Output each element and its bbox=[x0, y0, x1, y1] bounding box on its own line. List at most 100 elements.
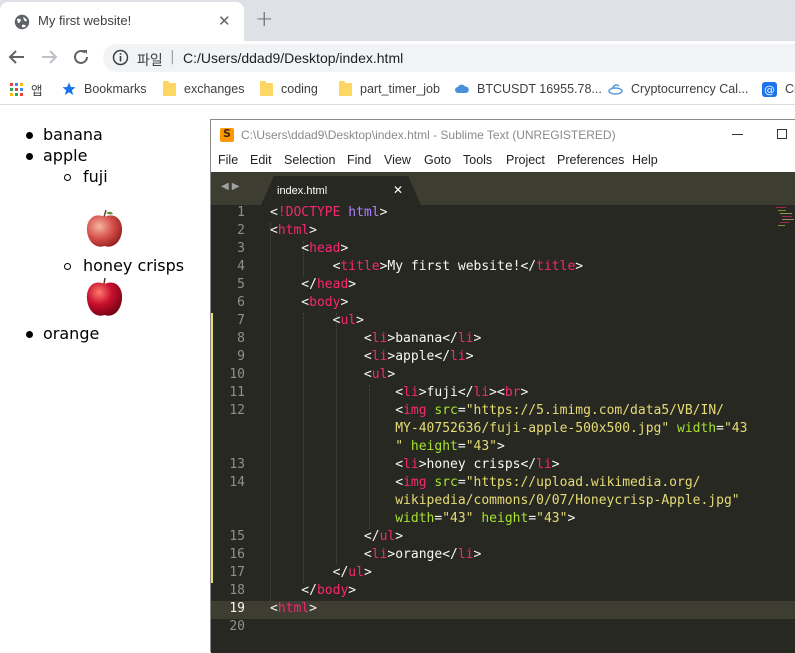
attr-value: "43" bbox=[536, 511, 568, 526]
menu-project[interactable]: Project bbox=[506, 153, 545, 167]
line-number: 15 bbox=[229, 529, 245, 544]
list-item-orange: orange bbox=[43, 324, 100, 343]
code-line: <li>apple</li> bbox=[270, 349, 474, 364]
code-line: <ul> bbox=[270, 313, 364, 328]
back-arrow-icon[interactable] bbox=[6, 46, 28, 68]
bookmark-coding[interactable]: coding bbox=[260, 80, 318, 98]
new-tab-icon[interactable]: + bbox=[255, 7, 273, 32]
list-bullet bbox=[26, 153, 33, 160]
url-separator: | bbox=[170, 49, 175, 65]
line-number: 10 bbox=[229, 367, 245, 382]
menu-selection[interactable]: Selection bbox=[284, 153, 335, 167]
bookmark-label: part_timer_job bbox=[360, 82, 440, 96]
attr-name: src bbox=[434, 403, 458, 418]
bookmark-label: BTCUSDT 16955.78... bbox=[477, 82, 602, 96]
bookmark-apps[interactable]: 앱 bbox=[10, 80, 43, 98]
code-line: </ul> bbox=[270, 565, 372, 580]
window-titlebar[interactable]: C:\Users\ddad9\Desktop\index.html - Subl… bbox=[211, 120, 795, 150]
close-tab-icon[interactable]: ✕ bbox=[393, 183, 403, 197]
menu-edit[interactable]: Edit bbox=[250, 153, 272, 167]
text-node: apple bbox=[395, 349, 435, 364]
tag-name: html bbox=[277, 601, 310, 616]
list-bullet bbox=[64, 174, 71, 181]
browser-tab[interactable]: My first website! ✕ bbox=[0, 2, 244, 41]
attr-value: "43 bbox=[723, 421, 748, 436]
reload-icon[interactable] bbox=[70, 46, 92, 68]
attr-value: "https://5.imimg.com/data5/VB/IN/ bbox=[465, 403, 724, 418]
bookmark-part-timer-job[interactable]: part_timer_job bbox=[339, 80, 440, 98]
attr-name: width bbox=[677, 421, 717, 436]
list-item-honey-crisps: honey crisps bbox=[83, 256, 185, 275]
menu-bar: File Edit Selection Find View Goto Tools… bbox=[211, 150, 795, 172]
bookmark-label: Cryptocurrency Cal... bbox=[631, 82, 749, 96]
doctype-keyword: !DOCTYPE bbox=[277, 205, 341, 220]
line-number: 13 bbox=[229, 457, 245, 472]
bookmark-exchanges[interactable]: exchanges bbox=[163, 80, 244, 98]
bookmark-cryptocurrency[interactable]: Cryptocurrency Cal... bbox=[608, 80, 748, 98]
code-line: <li>banana</li> bbox=[270, 331, 482, 346]
list-bullet bbox=[26, 331, 33, 338]
menu-find[interactable]: Find bbox=[347, 153, 371, 167]
line-number: 6 bbox=[237, 295, 245, 310]
honeycrisp-apple-image bbox=[86, 277, 123, 316]
code-line: </ul> bbox=[270, 529, 404, 544]
line-number: 2 bbox=[237, 223, 245, 238]
tag-name: li bbox=[403, 457, 419, 472]
attr-name: src bbox=[434, 475, 458, 490]
line-number: 20 bbox=[229, 619, 245, 634]
line-number: 12 bbox=[229, 403, 245, 418]
bookmark-btcusdt[interactable]: BTCUSDT 16955.78... bbox=[455, 80, 602, 98]
tab-index-html[interactable]: index.html ✕ bbox=[261, 176, 421, 205]
minimize-icon[interactable] bbox=[732, 134, 743, 135]
menu-view[interactable]: View bbox=[384, 153, 411, 167]
tag-name: head bbox=[316, 277, 349, 292]
maximize-icon[interactable] bbox=[777, 129, 787, 139]
attr-value: MY-40752636/fuji-apple-500x500.jpg" bbox=[395, 421, 670, 436]
line-number: 16 bbox=[229, 547, 245, 562]
code-line: wikipedia/commons/0/07/Honeycrisp-Apple.… bbox=[270, 493, 740, 508]
line-number: 8 bbox=[237, 331, 245, 346]
menu-goto[interactable]: Goto bbox=[424, 153, 451, 167]
url-text[interactable]: C:/Users/ddad9/Desktop/index.html bbox=[183, 50, 403, 66]
close-tab-icon[interactable]: ✕ bbox=[218, 12, 231, 30]
bookmark-bookmarks[interactable]: Bookmarks bbox=[62, 80, 147, 98]
tag-name: title bbox=[340, 259, 380, 274]
code-line: </head> bbox=[270, 277, 357, 292]
browser-toolbar: 파일 | C:/Users/ddad9/Desktop/index.html bbox=[0, 41, 795, 73]
tag-name: li bbox=[371, 547, 388, 562]
code-editor[interactable]: 1 2 3 4 5 6 7 8 9 10 11 12 13 14 15 16 1… bbox=[211, 205, 795, 653]
attr-value: wikipedia/commons/0/07/Honeycrisp-Apple.… bbox=[395, 493, 740, 508]
forward-arrow-icon[interactable] bbox=[38, 46, 60, 68]
apps-grid-icon bbox=[10, 82, 23, 96]
address-bar[interactable]: 파일 | C:/Users/ddad9/Desktop/index.html bbox=[103, 44, 795, 72]
menu-tools[interactable]: Tools bbox=[463, 153, 492, 167]
line-number: 19 bbox=[229, 601, 245, 616]
bookmark-label: exchanges bbox=[184, 82, 245, 96]
tab-strip: My first website! ✕ + bbox=[0, 0, 795, 41]
globe-icon bbox=[14, 14, 30, 30]
attr-name: height bbox=[410, 439, 458, 454]
at-icon: @ bbox=[762, 81, 777, 97]
code-line: <!DOCTYPE html> bbox=[270, 205, 388, 220]
menu-help[interactable]: Help bbox=[632, 153, 658, 167]
minimap[interactable] bbox=[776, 205, 794, 245]
tag-name: li bbox=[450, 349, 466, 364]
bookmark-cr[interactable]: @ Cr bbox=[762, 80, 795, 98]
tag-name: ul bbox=[340, 313, 357, 328]
menu-file[interactable]: File bbox=[218, 153, 238, 167]
line-number: 9 bbox=[237, 349, 245, 364]
bookmark-label: 앱 bbox=[31, 83, 43, 98]
text-node: fuji bbox=[426, 385, 458, 400]
code-line: <li>orange</li> bbox=[270, 547, 482, 562]
menu-preferences[interactable]: Preferences bbox=[557, 153, 624, 167]
window-title: C:\Users\ddad9\Desktop\index.html - Subl… bbox=[241, 128, 616, 142]
tab-nav-arrows-icon[interactable]: ◀▶ bbox=[221, 181, 242, 192]
line-number: 1 bbox=[237, 205, 245, 220]
list-item-fuji: fuji bbox=[83, 167, 108, 186]
list-bullet bbox=[64, 263, 71, 270]
text-node: orange bbox=[395, 547, 443, 562]
bookmarks-bar: 앱 Bookmarks exchanges coding part_timer_… bbox=[0, 73, 795, 105]
attr-value: "43" bbox=[465, 439, 497, 454]
info-icon[interactable] bbox=[112, 49, 129, 66]
line-number: 7 bbox=[237, 313, 245, 328]
